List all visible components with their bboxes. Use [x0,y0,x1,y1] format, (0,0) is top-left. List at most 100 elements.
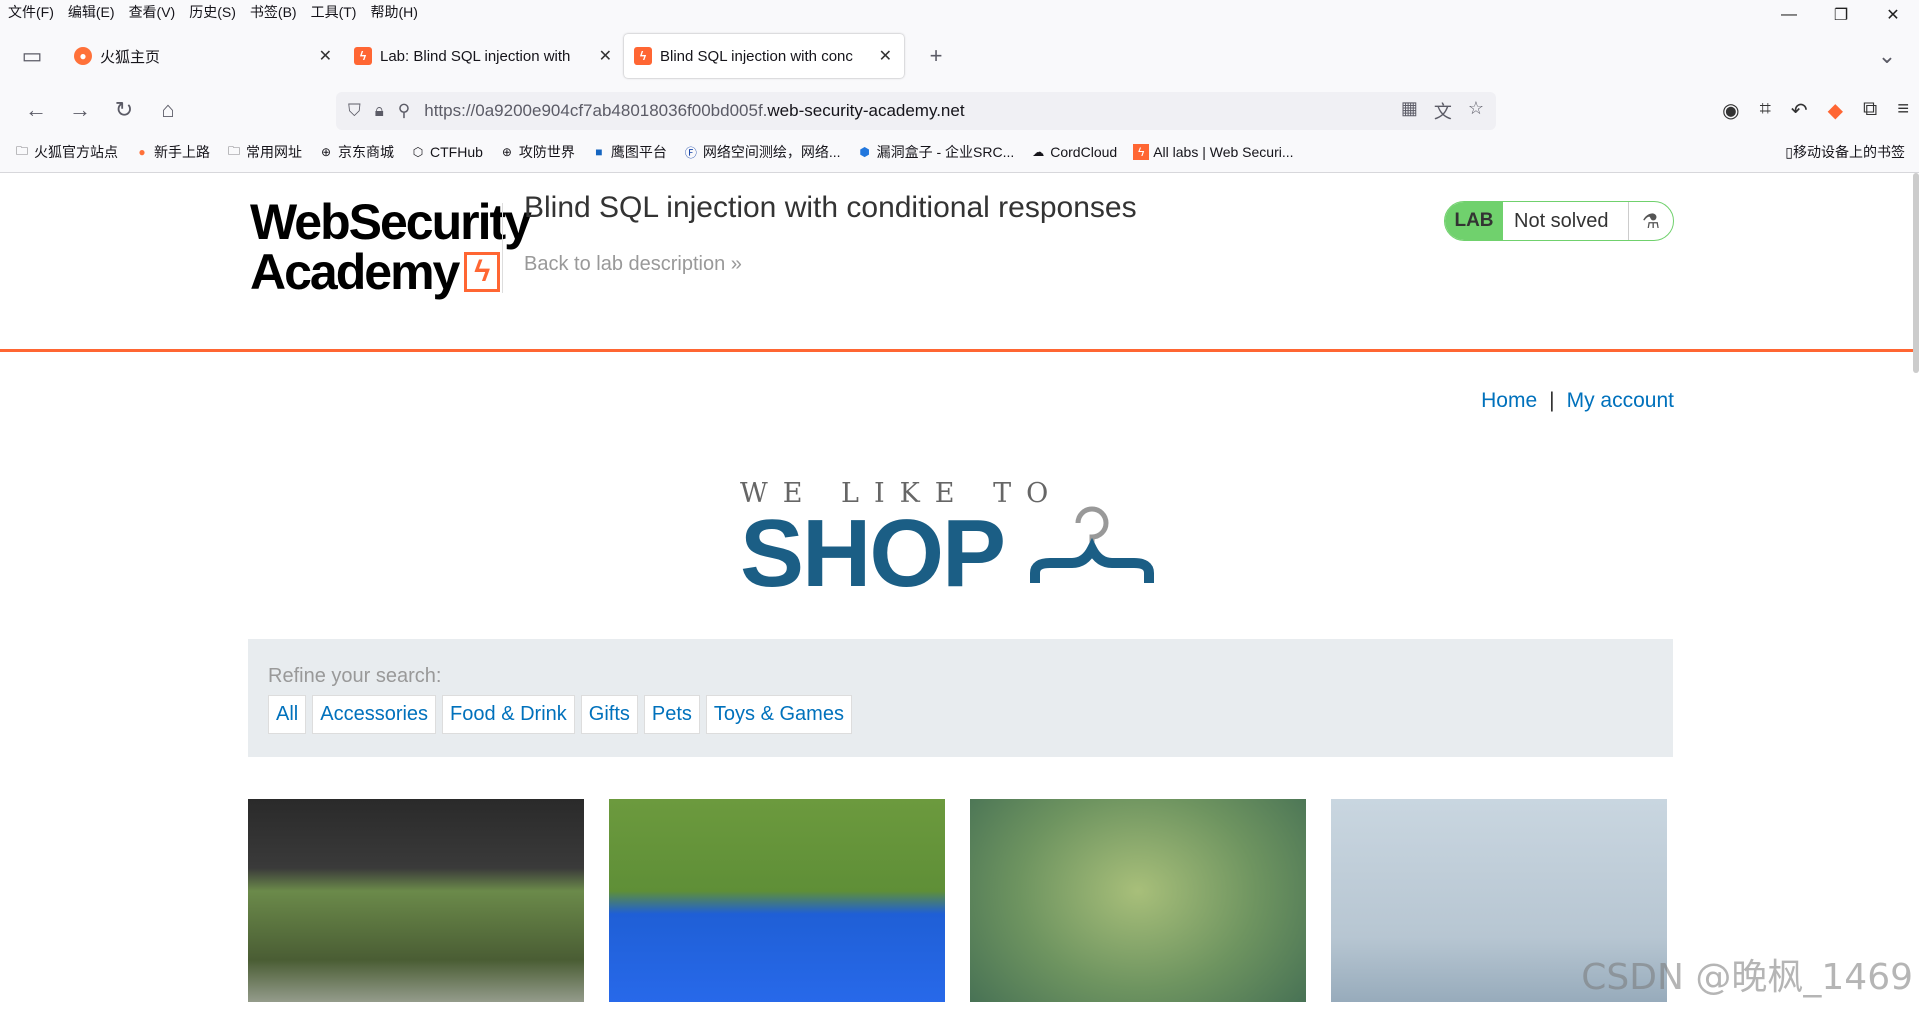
undo-icon[interactable]: ↶ [1791,98,1808,123]
home-icon[interactable]: ⌂ [146,93,190,127]
mobile-icon: ▯ [1785,143,1793,160]
category-food-drink[interactable]: Food & Drink [442,695,575,734]
account-icon[interactable]: ◉ [1722,98,1739,123]
bookmark-item[interactable]: ⬢ 漏洞盒子 - 企业SRC... [857,142,1015,162]
menu-bookmarks[interactable]: 书签(B) [250,2,297,22]
hunter-icon: ■ [595,145,603,159]
extensions-icon[interactable]: ⧉ [1863,98,1877,123]
product-grid [248,799,1667,1002]
bookmark-item[interactable]: ☁ CordCloud [1030,144,1117,160]
star-icon[interactable]: ☆ [1468,98,1484,124]
lab-header: WebSecurity Academy ϟ Blind SQL injection… [0,173,1919,352]
firefox-icon: ● [74,47,92,65]
crop-icon[interactable]: ⌗ [1760,98,1771,123]
bookmark-label: All labs | Web Securi... [1153,144,1294,160]
back-icon[interactable]: ← [14,93,58,127]
new-tab-button[interactable]: + [914,39,958,73]
menu-file[interactable]: 文件(F) [8,2,54,22]
close-tab-icon[interactable]: ✕ [599,46,612,66]
burp-extension-icon[interactable]: ◆ [1828,98,1843,123]
shield-icon[interactable]: ⛉ [348,101,361,121]
tab-label: Lab: Blind SQL injection with [380,47,571,65]
qr-code-icon[interactable]: ▦ [1401,98,1418,124]
category-all[interactable]: All [268,695,307,734]
portswigger-icon: ϟ [1133,144,1150,160]
category-pets[interactable]: Pets [643,695,700,734]
close-tab-icon[interactable]: ✕ [879,46,892,66]
bookmark-item[interactable]: 🗀 火狐官方站点 [14,142,118,162]
csdn-watermark: CSDN @晚枫_1469 [1581,957,1913,998]
back-to-lab-link[interactable]: Back to lab description » [524,253,742,276]
product-image-beer-belt[interactable] [248,799,584,1002]
academy-logo[interactable]: WebSecurity Academy ϟ [250,197,532,300]
bookmark-item[interactable]: ϟ All labs | Web Securi... [1133,144,1294,160]
portswigger-icon: ϟ [354,47,372,65]
folder-icon: 🗀 [227,143,240,158]
tab-firefox-home[interactable]: ● 火狐主页 ✕ [64,34,344,78]
bookmark-label: CordCloud [1050,144,1118,160]
flask-icon: ⚗ [1642,210,1660,233]
my-account-link[interactable]: My account [1567,389,1674,412]
logo-line-2: Academy [250,244,460,300]
lock-icon[interactable]: 🔒︎ [375,101,384,121]
bookmark-item[interactable]: ■ 鹰图平台 [591,142,667,162]
menu-history[interactable]: 历史(S) [189,2,236,22]
tab-label: 火狐主页 [100,48,161,66]
menu-tools[interactable]: 工具(T) [311,2,357,22]
bookmark-label: 攻防世界 [518,144,575,160]
lab-title: Blind SQL injection with conditional res… [524,191,1137,224]
bolt-icon: ϟ [464,252,500,292]
url-bar[interactable]: ⛉ 🔒︎ ⚲ https://0a9200e904cf7ab48018036f0… [336,92,1496,130]
home-link[interactable]: Home [1481,389,1537,412]
forward-icon[interactable]: → [58,93,102,127]
url-prefix: https://0a9200e904cf7ab48018036f00bd005f… [424,101,768,120]
tab-label: Blind SQL injection with conc [660,47,853,65]
browser-chrome: 文件(F) 编辑(E) 查看(V) 历史(S) 书签(B) 工具(T) 帮助(H… [0,0,1919,173]
bookmark-label: 常用网址 [246,144,302,160]
category-toys-games[interactable]: Toys & Games [705,695,852,734]
category-gifts[interactable]: Gifts [580,695,638,734]
logo-divider [502,203,503,293]
bookmark-item[interactable]: ● 新手上路 [134,142,210,162]
hanger-icon [1030,506,1154,583]
category-accessories[interactable]: Accessories [312,695,437,734]
toolbar-right: ◉ ⌗ ↶ ◆ ⧉ ≡ [1722,98,1909,123]
bookmark-item[interactable]: ⊕ 攻防世界 [499,142,575,162]
status-text: Not solved [1503,202,1629,240]
tab-lab-description[interactable]: ϟ Lab: Blind SQL injection with ✕ [344,34,624,78]
bookmark-label: 鹰图平台 [610,144,667,160]
navigation-toolbar: ← → ↻ ⌂ ⛉ 🔒︎ ⚲ https://0a9200e904cf7ab48… [0,88,1919,132]
mobile-bookmarks[interactable]: ▯ 移动设备上的书签 [1785,142,1905,162]
translate-icon[interactable]: 文 [1434,98,1452,124]
bookmark-label: 网络空间测绘，网络... [702,144,841,160]
product-image-bean-bag[interactable] [609,799,945,1002]
scrollbar[interactable] [1913,173,1919,373]
menu-help[interactable]: 帮助(H) [370,2,417,22]
close-tab-icon[interactable]: ✕ [319,46,332,66]
bookmark-item[interactable]: 🗀 常用网址 [226,142,302,162]
permissions-icon[interactable]: ⚲ [398,101,410,121]
vulbox-icon: ⬢ [859,145,870,159]
bookmark-item[interactable]: ⊕ 京东商城 [318,142,394,162]
menu-edit[interactable]: 编辑(E) [68,2,115,22]
bookmark-item[interactable]: ⬡ CTFHub [410,144,483,160]
bookmark-label: 移动设备上的书签 [1793,144,1905,160]
bookmark-label: 火狐官方站点 [34,144,118,160]
bookmark-label: 漏洞盒子 - 企业SRC... [876,144,1015,160]
tab-list-icon[interactable]: ▭ [10,39,54,73]
product-image-smile[interactable] [970,799,1306,1002]
menu-icon[interactable]: ≡ [1897,98,1909,123]
top-nav: Home | My account [1481,389,1674,413]
chevron-down-icon[interactable]: ⌄ [1865,39,1909,73]
shop-banner: WE LIKE TO SHOP [740,478,1180,602]
bookmark-item[interactable]: Ⓕ 网络空间测绘，网络... [683,142,841,162]
tab-lab-active[interactable]: ϟ Blind SQL injection with conc ✕ [624,34,904,78]
globe-icon: ⊕ [320,145,332,159]
nav-separator: | [1549,389,1555,412]
lab-badge: LAB [1445,202,1503,240]
reload-icon[interactable]: ↻ [102,93,146,127]
back-link-text: Back to lab description [524,253,726,275]
menu-view[interactable]: 查看(V) [129,2,176,22]
tab-bar: ▭ ● 火狐主页 ✕ ϟ Lab: Blind SQL injection wi… [0,24,1919,88]
ctfhub-icon: ⬡ [412,145,424,159]
